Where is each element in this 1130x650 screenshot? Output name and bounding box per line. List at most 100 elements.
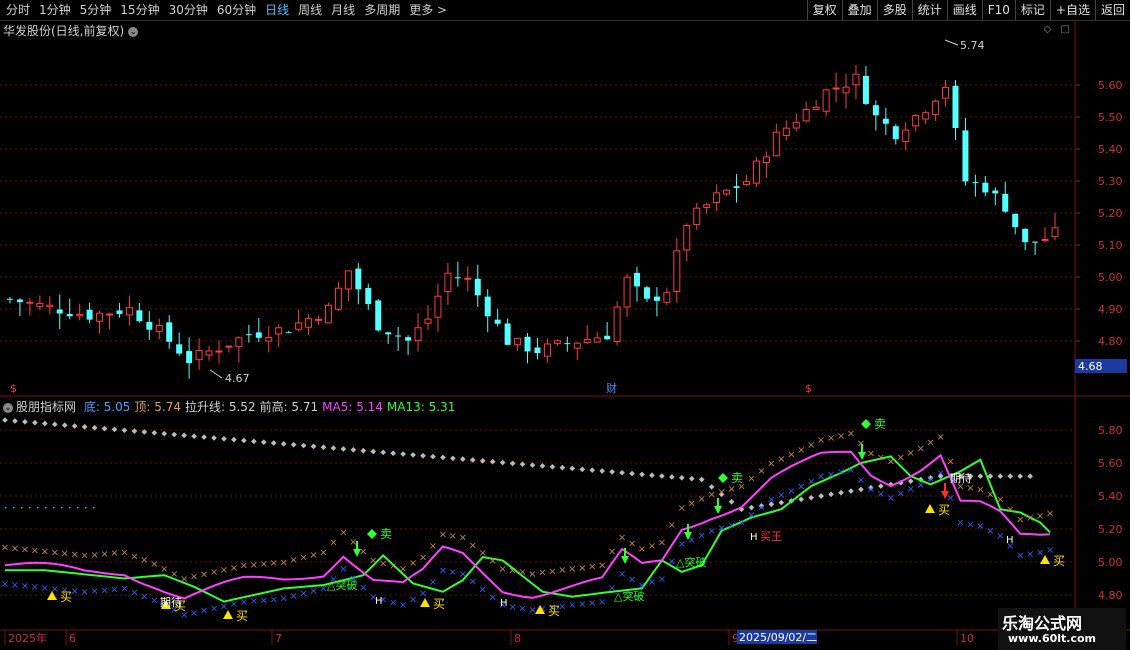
candle-body-up: [514, 337, 522, 346]
lift-dot: [848, 488, 854, 494]
top-x-marker: ×: [558, 565, 566, 576]
buy-label: 买: [1053, 554, 1065, 568]
candle-body-up: [713, 192, 721, 203]
top-x-marker: ×: [1, 542, 9, 553]
lift-dot: [619, 469, 625, 476]
bottom-x-marker: ×: [429, 577, 437, 588]
sell-label: 卖: [731, 471, 743, 485]
top-x-marker: ×: [628, 538, 636, 549]
bottom-x-marker: ×: [668, 556, 676, 567]
top-x-marker: ×: [907, 448, 915, 459]
candle-body-down: [872, 105, 879, 116]
buy-label: 买: [60, 590, 72, 604]
candle-body-up: [275, 327, 283, 335]
candle-body-down: [484, 296, 491, 317]
bottom-x-marker: ×: [439, 566, 447, 577]
lift-dot: [440, 454, 446, 461]
top-x-marker: ×: [260, 559, 268, 570]
candle-body-down: [66, 314, 73, 317]
top-x-marker: ×: [379, 558, 387, 569]
base-dot: [53, 507, 55, 509]
watermark-box: 乐淘公式网 www.60lt.com: [998, 608, 1126, 650]
lift-dot: [400, 451, 406, 457]
bottom-x-marker: ×: [916, 480, 924, 491]
top-x-marker: ×: [469, 540, 477, 551]
candle-body-down: [474, 278, 481, 296]
candle-body-down: [1002, 193, 1009, 212]
high-pointer: [944, 39, 959, 46]
candle-body-down: [494, 319, 501, 324]
bottom-x-marker: ×: [857, 475, 865, 486]
top-x-marker: ×: [976, 485, 984, 496]
price-tick-label: 5.10: [1098, 239, 1123, 252]
candle-body-up: [782, 127, 790, 136]
candle-body-down: [166, 322, 173, 342]
lift-dot: [907, 478, 914, 484]
top-x-marker: ×: [747, 474, 755, 485]
lift-dot: [430, 453, 436, 460]
lift-dot: [260, 439, 267, 445]
candle-body-up: [942, 86, 950, 99]
top-x-marker: ×: [41, 547, 49, 558]
price-tick-label: 4.80: [1098, 335, 1123, 348]
lift-dot: [101, 425, 108, 432]
down-arrow: [714, 506, 722, 514]
candle-body-up: [822, 89, 830, 112]
top-x-marker: ×: [279, 557, 287, 568]
lift-dot: [589, 467, 596, 473]
ind-tick-label: 5.80: [1098, 424, 1123, 437]
lift-dot: [818, 493, 824, 499]
candle-body-down: [16, 299, 23, 303]
top-x-marker: ×: [90, 550, 98, 561]
top-x-marker: ×: [717, 487, 725, 498]
candle-body-up: [36, 302, 44, 307]
bottom-x-marker: ×: [986, 526, 994, 537]
candle-body-up: [752, 160, 760, 184]
top-x-marker: ×: [618, 533, 626, 544]
candle-body-down: [634, 272, 641, 287]
candle-body-up: [703, 204, 711, 209]
candle-body-up: [902, 129, 910, 143]
candle-body-down: [395, 335, 402, 337]
lift-dot: [549, 463, 556, 470]
time-label: 6: [69, 632, 76, 645]
top-x-marker: ×: [707, 490, 715, 501]
top-x-marker: ×: [369, 556, 377, 567]
top-x-marker: ×: [648, 541, 656, 552]
top-x-marker: ×: [578, 563, 586, 574]
price-tick-label: 5.20: [1098, 207, 1123, 220]
lift-dot: [32, 419, 38, 426]
candle-body-up: [583, 338, 591, 344]
bottom-x-marker: ×: [110, 585, 118, 596]
candle-body-down: [375, 300, 382, 331]
lift-dot: [131, 428, 138, 434]
bottom-x-marker: ×: [90, 586, 98, 597]
bottom-x-marker: ×: [847, 465, 855, 476]
top-x-marker: ×: [727, 484, 735, 495]
bottom-x-marker: ×: [588, 598, 596, 609]
lift-dot: [2, 417, 8, 423]
price-tick-label: 5.00: [1098, 271, 1123, 284]
candle-body-down: [86, 309, 93, 320]
candle-body-down: [892, 126, 899, 140]
bottom-x-marker: ×: [508, 602, 516, 613]
chevron-down-icon[interactable]: ⌄: [3, 402, 13, 413]
candle-body-up: [812, 106, 820, 111]
ind-tick-label: 5.60: [1098, 457, 1123, 470]
sell-label: 卖: [874, 417, 886, 431]
lift-dot: [290, 441, 297, 448]
bottom-x-marker: ×: [707, 526, 715, 537]
top-x-marker: ×: [588, 562, 596, 573]
cursor-date-label: 2025/09/02/二: [739, 631, 817, 644]
base-dot: [93, 507, 95, 509]
candle-body-up: [315, 318, 323, 321]
lift-dot: [828, 491, 834, 498]
bottom-x-marker: ×: [220, 601, 228, 612]
candle-body-down: [534, 347, 541, 354]
candle-body-up: [215, 350, 223, 353]
candle-body-up: [553, 340, 561, 344]
base-dot: [85, 507, 87, 509]
candle-body-up: [195, 349, 203, 361]
time-label: 7: [275, 632, 282, 645]
candle-body-up: [852, 73, 860, 86]
